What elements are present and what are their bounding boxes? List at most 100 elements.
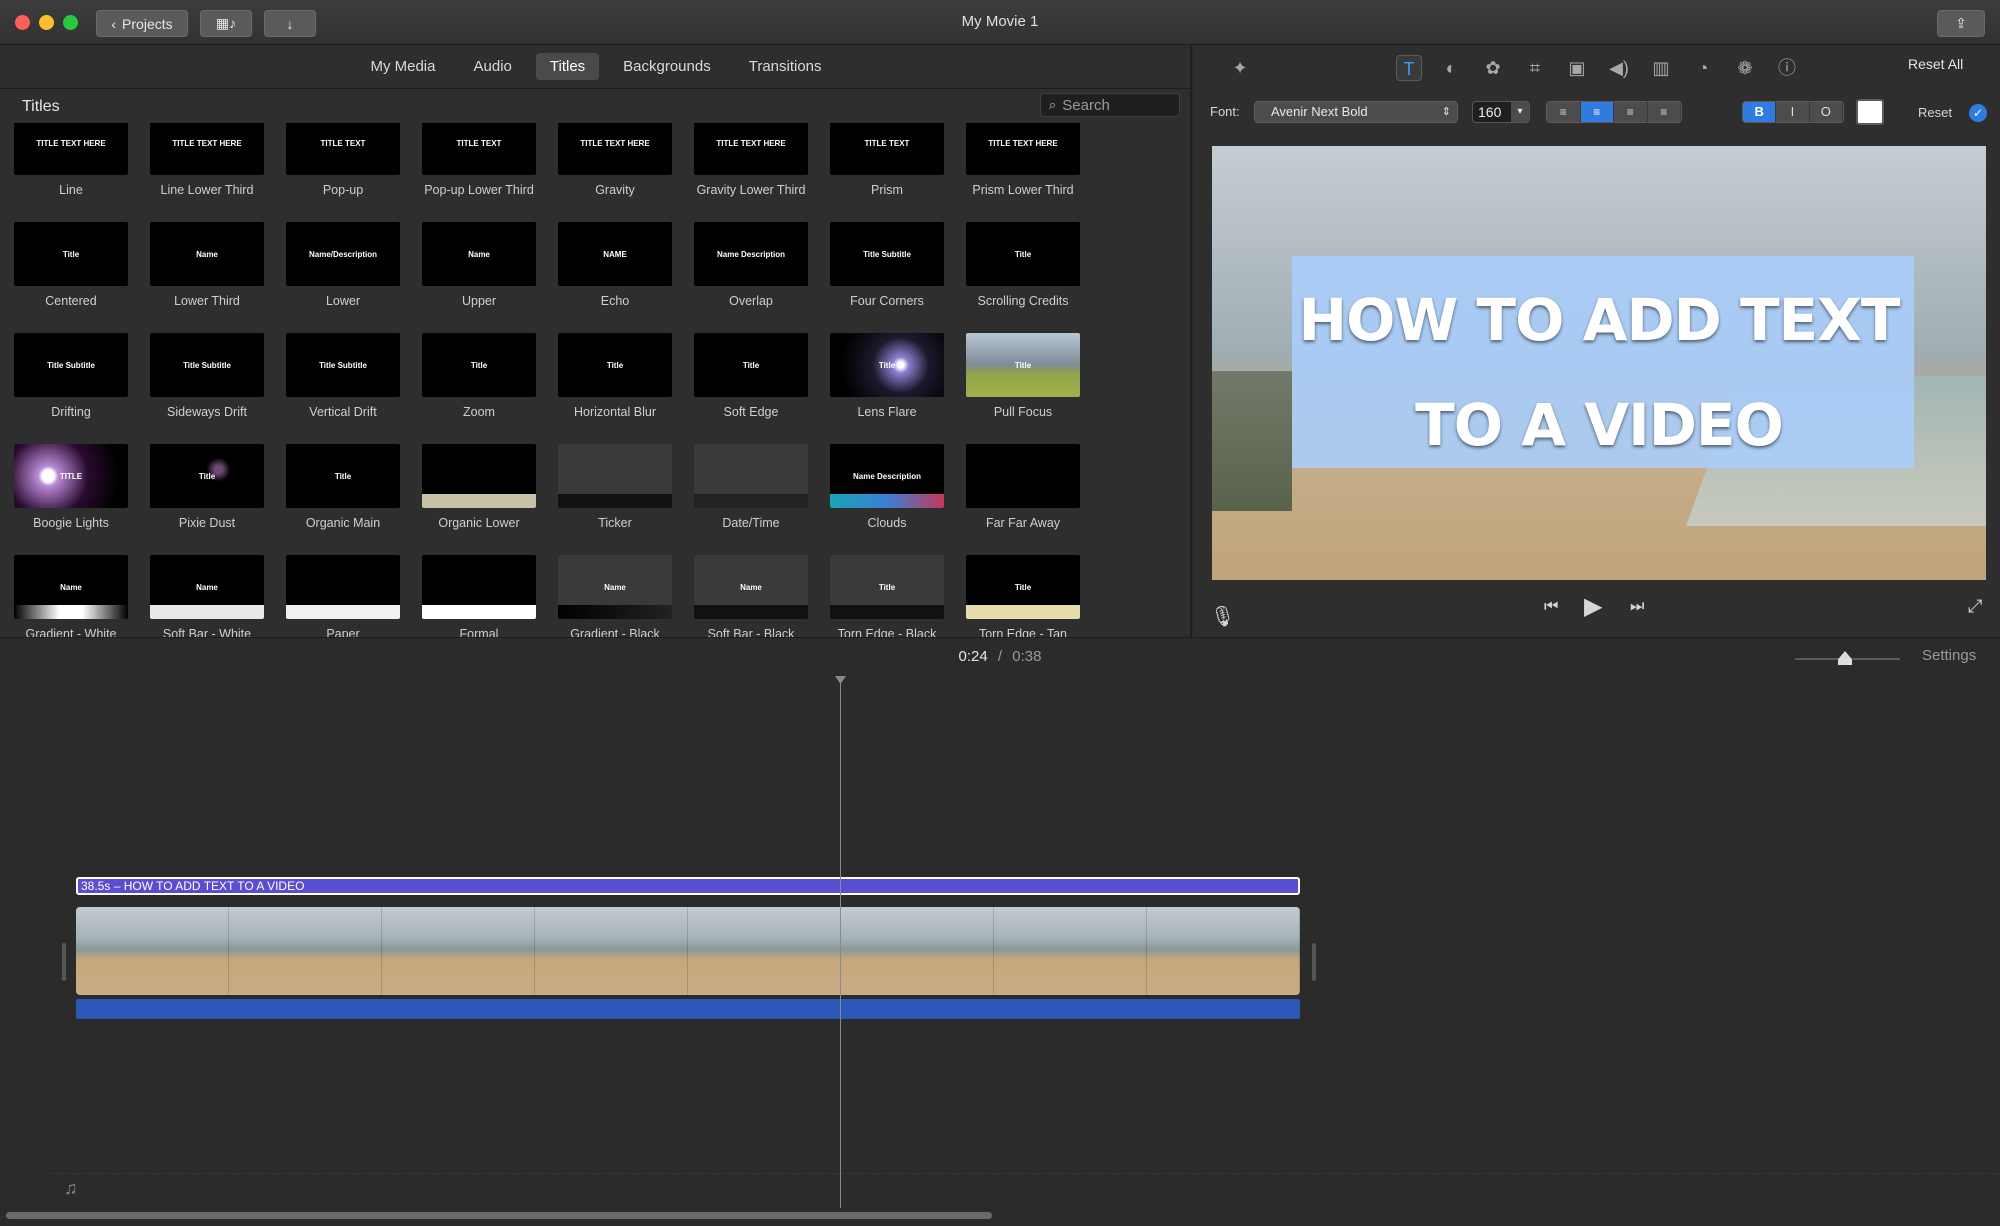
title-tile-sideways-drift[interactable]: Title Subtitle Sideways Drift [150,333,264,444]
filter-icon[interactable]: ❁ [1732,55,1758,81]
color-balance-icon[interactable]: ◐ [1438,55,1464,81]
timecode: 0:24 / 0:38 [0,648,2000,665]
title-overlay-line-2[interactable]: TO A VIDEO [1212,391,1986,459]
align-justify-icon[interactable]: ≡ [1648,102,1681,122]
text-color-well[interactable] [1856,99,1884,125]
title-label: Prism [871,183,903,197]
title-tile-horizontal-blur[interactable]: Title Horizontal Blur [558,333,672,444]
title-tile-soft-bar-white[interactable]: Name Soft Bar - White [150,555,264,637]
skip-back-icon[interactable]: ⏮ [1544,598,1558,616]
title-tile-ticker[interactable]: Ticker [558,444,672,555]
magic-wand-icon[interactable]: ✦ [1227,55,1253,81]
title-tile-four-corners[interactable]: Title Subtitle Four Corners [830,222,944,333]
play-icon[interactable]: ▶ [1584,592,1602,621]
thumbnail-bar [14,605,128,619]
crop-icon[interactable]: ⌗ [1522,55,1548,81]
title-tile-drifting[interactable]: Title Subtitle Drifting [14,333,128,444]
title-tile-line-lower-third[interactable]: TITLE TEXT HERE Line Lower Third [150,123,264,222]
align-center-icon[interactable]: ≡ [1580,102,1614,122]
volume-icon[interactable]: ◀) [1606,55,1632,81]
title-overlay-line-1[interactable]: HOW TO ADD TEXT [1212,286,1986,354]
title-clip[interactable]: 38.5s – HOW TO ADD TEXT TO A VIDEO [76,877,1300,895]
thumbnail-text: Title [606,360,624,370]
title-thumbnail: Title [286,444,400,508]
font-select[interactable]: Avenir Next Bold ⇕ [1254,101,1458,123]
title-tile-overlap[interactable]: Name Description Overlap [694,222,808,333]
title-tile-torn-edge-black[interactable]: Title Torn Edge - Black [830,555,944,637]
title-tile-pixie-dust[interactable]: Title Pixie Dust [150,444,264,555]
title-tile-soft-edge[interactable]: Title Soft Edge [694,333,808,444]
title-tile-soft-bar-black[interactable]: Name Soft Bar - Black [694,555,808,637]
title-tile-organic-main[interactable]: Title Organic Main [286,444,400,555]
apply-checkmark-icon[interactable]: ✓ [1969,104,1987,122]
title-tile-upper[interactable]: Name Upper [422,222,536,333]
reset-all-button[interactable]: Reset All [1908,56,1963,72]
tab-my-media[interactable]: My Media [356,53,449,80]
settings-button[interactable]: Settings [1922,647,1976,664]
search-input[interactable] [1062,96,1173,114]
title-thumbnail: Name [694,555,808,619]
title-tile-zoom[interactable]: Title Zoom [422,333,536,444]
bold-button[interactable]: B [1743,102,1777,122]
title-tile-paper[interactable]: Paper [286,555,400,637]
clip-frame [841,907,994,995]
title-tile-clouds[interactable]: Name Description Clouds [830,444,944,555]
reset-button[interactable]: Reset [1918,105,1952,120]
title-tile-lens-flare[interactable]: Title Lens Flare [830,333,944,444]
title-tile-line[interactable]: TITLE TEXT HERE Line [14,123,128,222]
tab-audio[interactable]: Audio [460,53,526,80]
share-button[interactable]: ⇪ [1937,10,1985,37]
title-tile-gradient-white[interactable]: Name Gradient - White [14,555,128,637]
title-tile-scrolling-credits[interactable]: Title Scrolling Credits [966,222,1080,333]
thumbnail-text: Name [196,249,218,259]
title-tile-gravity-lower-third[interactable]: TITLE TEXT HERE Gravity Lower Third [694,123,808,222]
align-right-icon[interactable]: ≡ [1614,102,1648,122]
title-tile-echo[interactable]: NAME Echo [558,222,672,333]
title-thumbnail: TITLE TEXT [286,123,400,175]
speed-gauge-icon[interactable]: ◔ [1690,55,1716,81]
align-left-icon[interactable]: ≡ [1547,102,1581,122]
fullscreen-icon[interactable]: ⤢ [1968,596,1982,617]
title-thumbnail: TITLE TEXT HERE [966,123,1080,175]
microphone-icon[interactable]: 🎙 [1210,604,1235,629]
title-tile-vertical-drift[interactable]: Title Subtitle Vertical Drift [286,333,400,444]
horizontal-scrollbar[interactable] [6,1212,992,1219]
playhead[interactable] [840,678,841,1208]
title-tile-prism-lower-third[interactable]: TITLE TEXT HERE Prism Lower Third [966,123,1080,222]
outline-button[interactable]: O [1810,102,1843,122]
title-tile-pop-up[interactable]: TITLE TEXT Pop-up [286,123,400,222]
video-preview[interactable]: HOW TO ADD TEXT TO A VIDEO [1212,146,1986,580]
skip-forward-icon[interactable]: ⏭ [1630,598,1644,616]
italic-button[interactable]: I [1776,102,1810,122]
video-clip[interactable] [76,907,1300,995]
color-palette-icon[interactable]: ✿ [1480,55,1506,81]
title-tile-far-far-away[interactable]: Far Far Away [966,444,1080,555]
title-tile-formal[interactable]: Formal [422,555,536,637]
title-tile-organic-lower[interactable]: Organic Lower [422,444,536,555]
title-text-icon[interactable]: T [1396,55,1422,81]
tab-transitions[interactable]: Transitions [735,53,836,80]
thumbnail-bar [422,605,536,619]
title-tile-lower-third[interactable]: Name Lower Third [150,222,264,333]
title-tile-pop-up-lower-third[interactable]: TITLE TEXT Pop-up Lower Third [422,123,536,222]
font-size-select[interactable]: 160 ▾ [1472,101,1530,123]
title-tile-centered[interactable]: Title Centered [14,222,128,333]
title-label: Prism Lower Third [972,183,1074,197]
title-tile-gradient-black[interactable]: Name Gradient - Black [558,555,672,637]
title-tile-lower[interactable]: Name/Description Lower [286,222,400,333]
stabilization-camera-icon[interactable]: ▣ [1564,55,1590,81]
trim-handle-left[interactable] [62,943,66,981]
title-tile-boogie-lights[interactable]: TITLE Boogie Lights [14,444,128,555]
title-tile-prism[interactable]: TITLE TEXT Prism [830,123,944,222]
trim-handle-right[interactable] [1312,943,1316,981]
equalizer-icon[interactable]: ▥ [1648,55,1674,81]
clip-audio-waveform[interactable] [76,999,1300,1019]
title-tile-gravity[interactable]: TITLE TEXT HERE Gravity [558,123,672,222]
tab-backgrounds[interactable]: Backgrounds [609,53,725,80]
title-tile-pull-focus[interactable]: Title Pull Focus [966,333,1080,444]
text-style-control: B I O [1742,101,1844,123]
tab-titles[interactable]: Titles [535,53,600,80]
info-icon[interactable]: ⓘ [1774,55,1800,81]
title-tile-date-time[interactable]: Date/Time [694,444,808,555]
title-tile-torn-edge-tan[interactable]: Title Torn Edge - Tan [966,555,1080,637]
